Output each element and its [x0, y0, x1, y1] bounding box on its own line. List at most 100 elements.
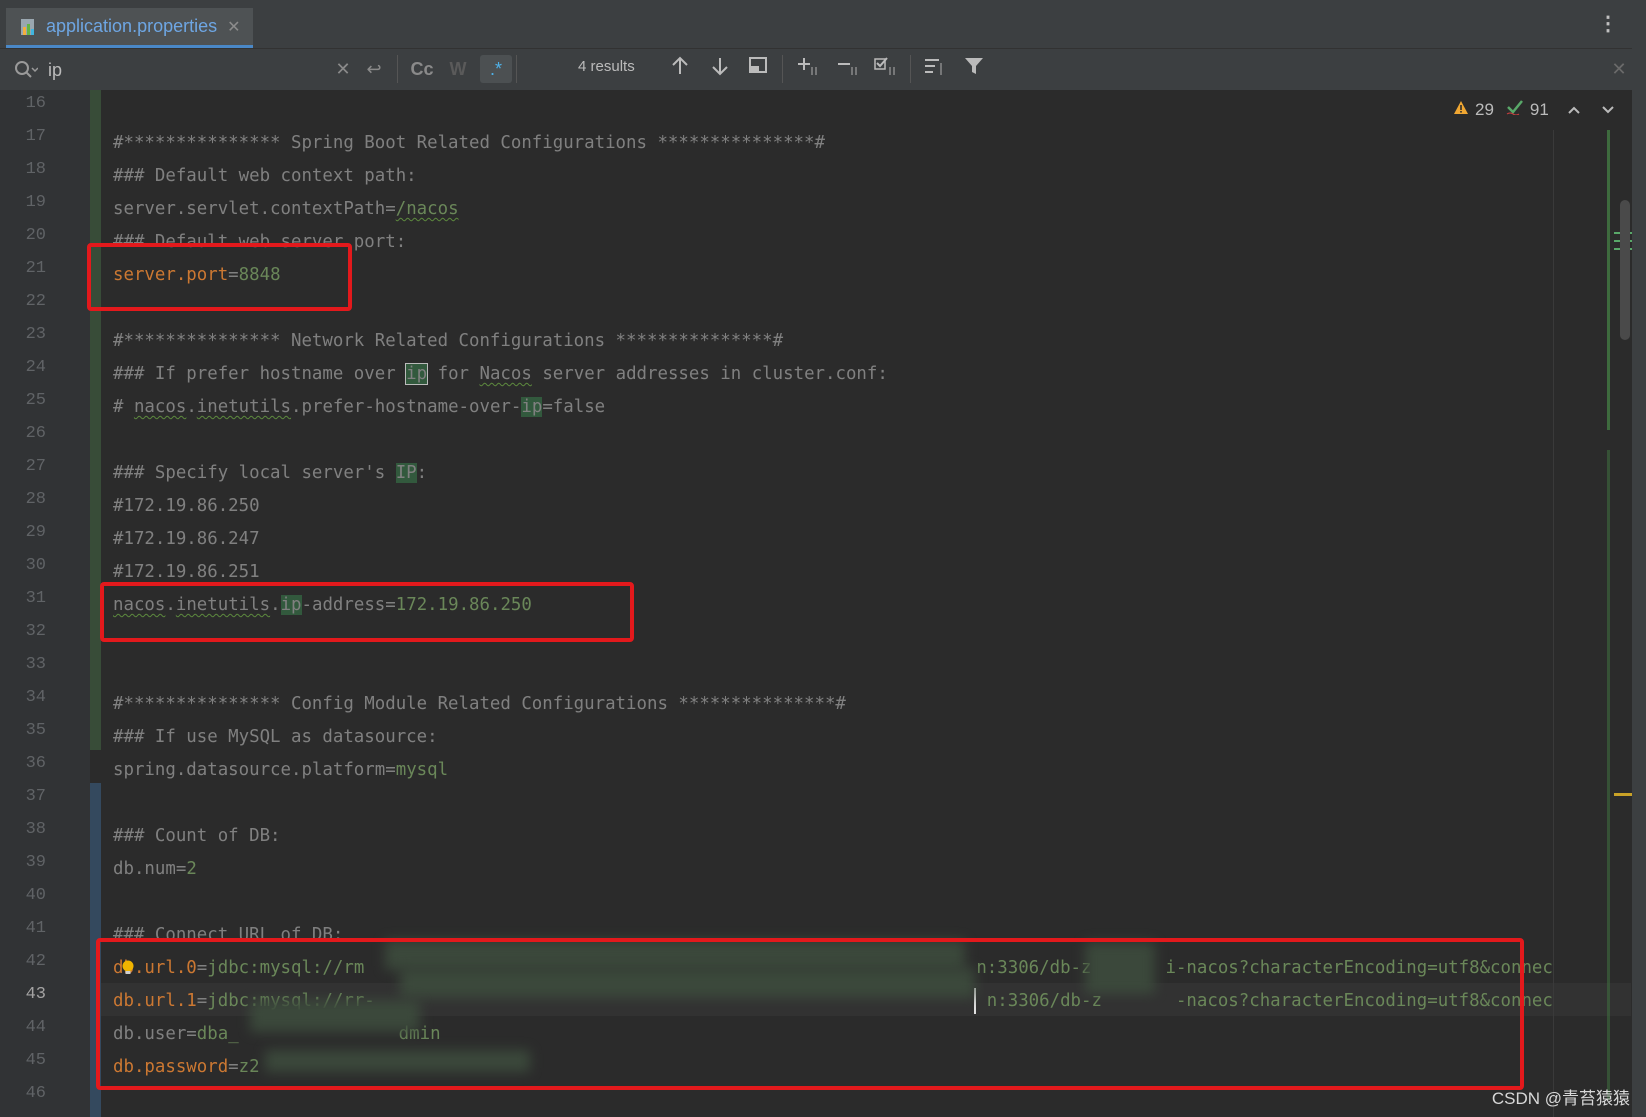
new-line-icon[interactable]: ↩	[362, 55, 386, 83]
current-line-number: 43	[25, 985, 46, 1004]
vcs-added-marker[interactable]	[90, 90, 101, 750]
results-count: 4 results	[578, 58, 635, 75]
line-number: 24	[25, 358, 46, 377]
filter-search-results-icon[interactable]	[922, 55, 950, 83]
tab-label: application.properties	[46, 16, 218, 36]
find-bar: ✕ ↩ Cc W .* 4 results ✕	[0, 49, 1646, 91]
annotation-box-db-config	[96, 938, 1524, 1090]
property-key: db.num	[113, 859, 176, 879]
line-number: 44	[25, 1018, 46, 1037]
separator	[516, 55, 517, 83]
code-line-18: ### Default web context path:	[113, 166, 417, 186]
separator	[782, 55, 783, 83]
right-margin-guide	[1553, 130, 1554, 1117]
line-number: 42	[25, 952, 46, 971]
line-number: 23	[25, 325, 46, 344]
code-line-19: server.servlet.contextPath=/nacos	[113, 199, 459, 219]
inspection-widget[interactable]: 29 91	[1453, 99, 1615, 120]
line-number: 46	[25, 1084, 46, 1103]
line-number: 16	[25, 94, 46, 113]
separator	[397, 55, 398, 83]
warning-stripe-mark[interactable]	[1614, 793, 1632, 796]
separator	[910, 55, 911, 83]
line-number: 33	[25, 655, 46, 674]
code-line-23: #*************** Network Related Configu…	[113, 331, 784, 351]
regex-button[interactable]: .*	[480, 55, 512, 83]
code-line-39: db.num=2	[113, 859, 197, 879]
search-match: IP	[395, 463, 417, 483]
find-input[interactable]	[48, 57, 338, 83]
code-line-17: #*************** Spring Boot Related Con…	[113, 133, 825, 153]
code-line-34: #*************** Config Module Related C…	[113, 694, 846, 714]
line-number: 26	[25, 424, 46, 443]
line-number: 25	[25, 391, 46, 410]
property-value: mysql	[395, 760, 449, 780]
line-number: 27	[25, 457, 46, 476]
code-line-36: spring.datasource.platform=mysql	[113, 760, 449, 780]
property-value: 2	[186, 859, 197, 879]
typo-count: 91	[1529, 99, 1549, 119]
code-line-29: #172.19.86.247	[113, 529, 260, 549]
next-occurrence-icon[interactable]	[708, 55, 732, 83]
filter-icon[interactable]	[962, 55, 986, 83]
code-line-35: ### If use MySQL as datasource:	[113, 727, 438, 747]
code-line-27: ### Specify local server's IP:	[113, 463, 428, 483]
property-value: /nacos	[395, 199, 459, 219]
property-key: spring.datasource.platform	[113, 760, 386, 780]
editor-tab-bar: application.properties ✕ ⋮	[0, 0, 1646, 49]
line-number: 32	[25, 622, 46, 641]
line-number: 36	[25, 754, 46, 773]
line-number: 41	[25, 919, 46, 938]
add-occurrence-icon[interactable]	[794, 55, 822, 83]
previous-occurrence-icon[interactable]	[668, 55, 692, 83]
line-number: 19	[25, 193, 46, 212]
tab-application-properties[interactable]: application.properties ✕	[6, 8, 253, 48]
line-number: 18	[25, 160, 46, 179]
line-number: 45	[25, 1051, 46, 1070]
line-number: 21	[25, 259, 46, 278]
right-tool-window-strip[interactable]	[1632, 0, 1646, 1117]
select-all-occurrences-icon[interactable]	[872, 55, 900, 83]
vertical-scrollbar[interactable]	[1620, 200, 1630, 340]
line-number: 37	[25, 787, 46, 806]
line-number: 29	[25, 523, 46, 542]
code-line-24: ### If prefer hostname over ip for Nacos…	[113, 363, 888, 385]
line-number: 30	[25, 556, 46, 575]
line-number: 34	[25, 688, 46, 707]
whole-words-button[interactable]: W	[446, 55, 470, 83]
line-number: 38	[25, 820, 46, 839]
remove-occurrence-icon[interactable]	[834, 55, 862, 83]
error-stripe[interactable]	[1607, 130, 1610, 1117]
line-number: 39	[25, 853, 46, 872]
clear-search-icon[interactable]: ✕	[334, 55, 352, 83]
properties-file-icon	[20, 18, 38, 36]
line-number: 35	[25, 721, 46, 740]
watermark: CSDN @青苔猿猿	[1491, 1089, 1630, 1108]
checkmark-icon	[1506, 99, 1524, 120]
warning-count: 29	[1475, 99, 1494, 119]
line-number-gutter: 16 17 18 19 20 21 22 23 24 25 26 27 28 2…	[0, 90, 90, 1117]
code-line-28: #172.19.86.250	[113, 496, 260, 516]
annotation-box-ip-address	[100, 582, 634, 642]
code-line-25: # nacos.inetutils.prefer-hostname-over-i…	[113, 397, 606, 417]
search-match-current: ip	[405, 363, 429, 385]
open-in-window-icon[interactable]	[746, 55, 770, 83]
annotation-box-port	[87, 243, 352, 311]
property-key: server.servlet.contextPath	[113, 199, 386, 219]
line-number: 40	[25, 886, 46, 905]
code-line-38: ### Count of DB:	[113, 826, 281, 846]
warning-icon	[1453, 100, 1469, 120]
line-number: 20	[25, 226, 46, 245]
search-icon[interactable]	[14, 60, 39, 80]
match-case-button[interactable]: Cc	[408, 55, 436, 83]
line-number: 22	[25, 292, 46, 311]
line-number: 17	[25, 127, 46, 146]
line-number: 28	[25, 490, 46, 509]
line-number: 31	[25, 589, 46, 608]
close-find-bar-icon[interactable]: ✕	[1610, 55, 1628, 83]
previous-highlight-icon[interactable]	[1567, 100, 1581, 120]
close-icon[interactable]: ✕	[227, 17, 240, 37]
next-highlight-icon[interactable]	[1601, 100, 1615, 120]
more-options-icon[interactable]: ⋮	[1598, 14, 1618, 34]
search-match: ip	[521, 397, 543, 417]
